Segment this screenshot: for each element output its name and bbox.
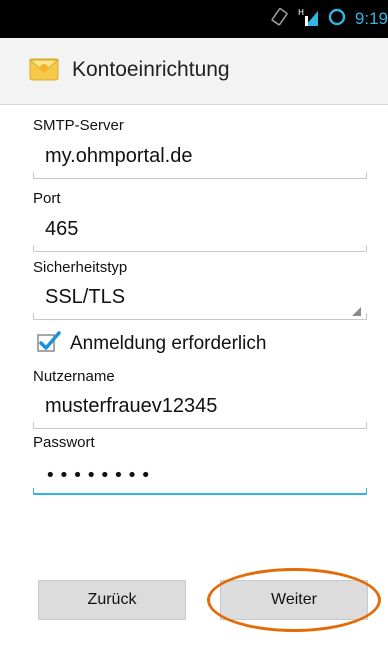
signal-icon: H — [297, 7, 319, 31]
field-underline — [33, 172, 367, 179]
sync-icon — [327, 7, 347, 31]
port-label: Port — [33, 190, 61, 207]
port-value: 465 — [45, 218, 79, 240]
smtp-server-field[interactable]: my.ohmportal.de — [33, 143, 367, 179]
security-type-label: Sicherheitstyp — [33, 259, 128, 276]
email-envelope-icon — [27, 52, 61, 86]
username-value: musterfrauev12345 — [45, 395, 218, 417]
spinner-arrow-icon — [352, 307, 361, 316]
auth-required-label[interactable]: Anmeldung erforderlich — [70, 333, 266, 355]
screen-rotate-icon — [271, 7, 289, 30]
action-bar: Kontoeinrichtung — [0, 38, 388, 105]
password-value: •••••••• — [45, 465, 154, 486]
field-underline-focused — [33, 488, 367, 495]
username-label: Nutzername — [33, 368, 115, 385]
security-type-value: SSL/TLS — [45, 286, 126, 308]
status-icons: H 9:19 — [271, 7, 388, 31]
page-title: Kontoeinrichtung — [72, 58, 230, 81]
smtp-server-value: my.ohmportal.de — [45, 145, 193, 167]
field-underline — [33, 422, 367, 429]
field-underline — [33, 313, 367, 320]
password-field[interactable]: •••••••• — [33, 459, 367, 495]
username-field[interactable]: musterfrauev12345 — [33, 393, 367, 429]
password-label: Passwort — [33, 434, 95, 451]
field-underline — [33, 245, 367, 252]
highlight-circle — [207, 568, 381, 632]
port-field[interactable]: 465 — [33, 216, 367, 252]
auth-required-checkbox[interactable] — [37, 331, 61, 353]
status-time: 9:19 — [354, 9, 388, 28]
back-button[interactable]: Zurück — [38, 580, 186, 620]
svg-text:H: H — [298, 8, 304, 17]
security-type-spinner[interactable]: SSL/TLS — [33, 284, 367, 320]
status-bar: H 9:19 — [0, 0, 388, 38]
smtp-server-label: SMTP-Server — [33, 117, 124, 134]
